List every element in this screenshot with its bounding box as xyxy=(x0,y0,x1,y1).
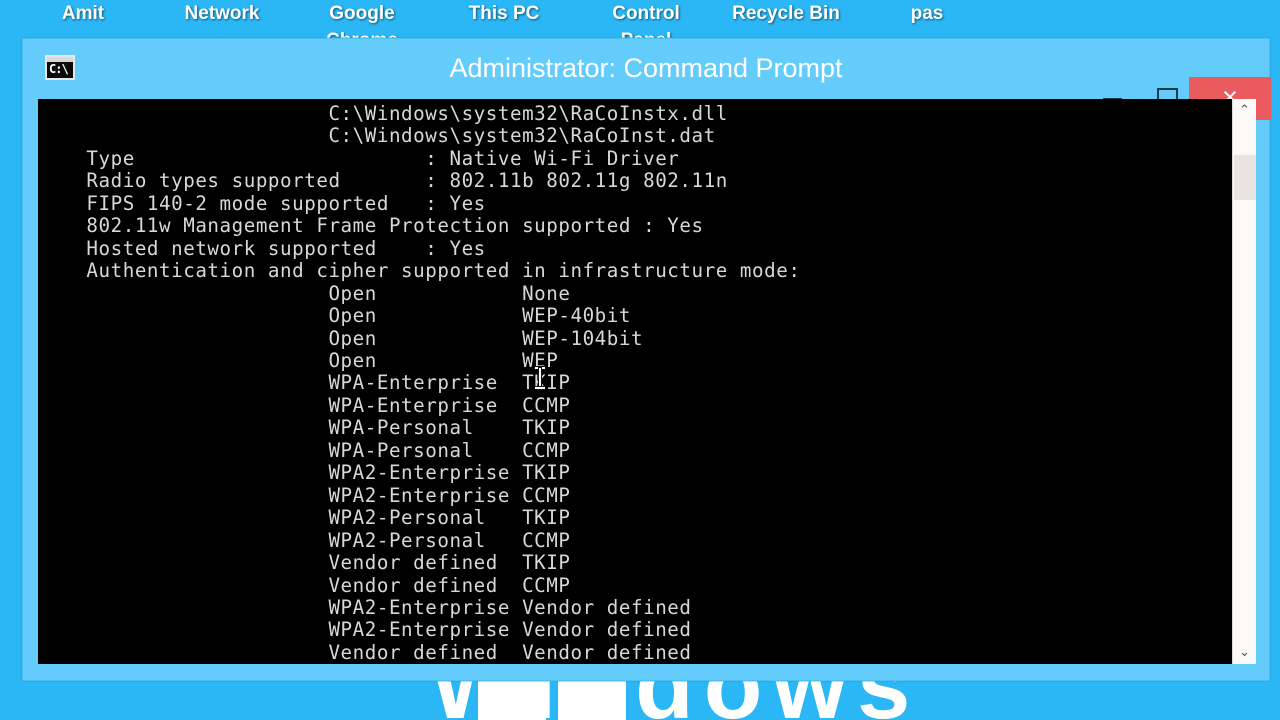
console-output-text[interactable]: C:\Windows\system32\RaCoInstx.dll C:\Win… xyxy=(38,99,1232,664)
window-titlebar[interactable]: C:\ Administrator: Command Prompt × xyxy=(23,39,1271,120)
command-prompt-window: C:\ Administrator: Command Prompt × C:\W… xyxy=(22,38,1271,681)
console-scrollbar[interactable]: ⌃ ⌄ xyxy=(1232,99,1256,664)
desktop-icon-amit[interactable]: Amit xyxy=(13,0,153,27)
desktop-icon-label: Control xyxy=(612,3,680,24)
scroll-up-arrow-icon[interactable]: ⌃ xyxy=(1233,99,1256,122)
window-title: Administrator: Command Prompt xyxy=(449,53,843,83)
desktop-icon-network[interactable]: Network xyxy=(152,0,292,27)
console-client-area[interactable]: C:\Windows\system32\RaCoInstx.dll C:\Win… xyxy=(38,99,1256,664)
desktop-icon-this-pc[interactable]: This PC xyxy=(434,0,574,27)
desktop-icon-label: Recycle Bin xyxy=(732,3,840,24)
desktop-icon-label: Network xyxy=(184,3,260,24)
desktop-icon-label: Google xyxy=(329,3,395,24)
scrollbar-thumb[interactable] xyxy=(1234,155,1256,200)
desktop-icon-label: pas xyxy=(910,3,944,24)
wallpaper-tile-right xyxy=(558,680,626,720)
desktop: Windows Amit Network Google Chrome This … xyxy=(0,0,1280,720)
scroll-down-arrow-icon[interactable]: ⌄ xyxy=(1233,641,1256,664)
wallpaper-tile-left xyxy=(478,680,546,720)
desktop-icon-pas[interactable]: pas xyxy=(857,0,997,27)
desktop-icon-label: This PC xyxy=(468,3,540,24)
desktop-icon-label: Amit xyxy=(61,3,105,24)
desktop-icon-recycle-bin[interactable]: Recycle Bin xyxy=(716,0,856,27)
